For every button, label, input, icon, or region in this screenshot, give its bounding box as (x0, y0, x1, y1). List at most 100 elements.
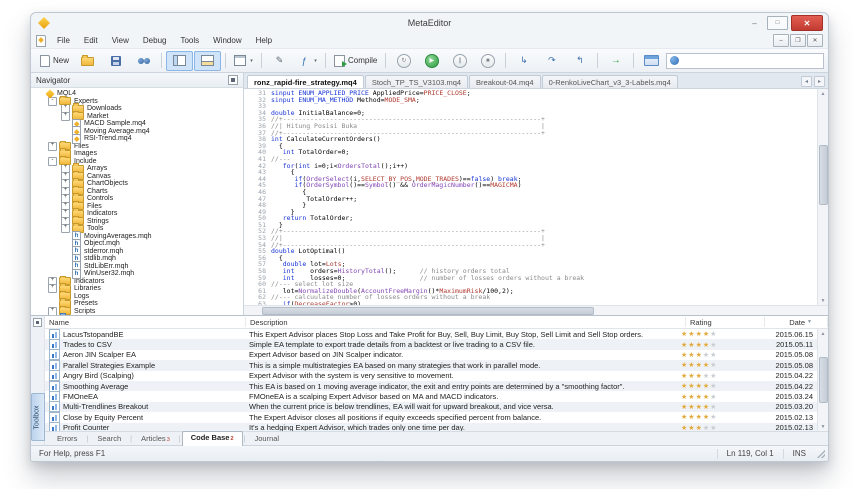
tree-item[interactable]: +MovingAverages.mqh (33, 233, 243, 241)
tree-item[interactable]: +stderror.mqh (33, 248, 243, 256)
editor-tab[interactable]: 0-RenkoLiveChart_v3_3-Labels.mq4 (542, 75, 678, 88)
tree-expander-icon[interactable]: + (61, 112, 70, 121)
table-row[interactable]: Smoothing AverageThis EA is based on 1 m… (45, 381, 817, 391)
menu-item-help[interactable]: Help (249, 35, 279, 46)
compile-button[interactable]: Compile (330, 51, 381, 71)
column-header-name[interactable]: Name (45, 317, 246, 327)
table-row[interactable]: Parallel Strategies ExampleThis is a sim… (45, 360, 817, 370)
minimize-button[interactable]: – (745, 17, 764, 29)
tab-scroll-right-icon[interactable]: ▸ (814, 76, 825, 87)
table-row[interactable]: FMOneEAFMOneEA is a scalping Expert Advi… (45, 391, 817, 401)
close-button[interactable]: ✕ (791, 15, 823, 31)
tree-item[interactable]: +Moving Average.mq4 (33, 128, 243, 136)
find-in-files-button[interactable] (130, 51, 157, 71)
tree-item[interactable]: -Experts (33, 98, 243, 106)
menu-item-view[interactable]: View (105, 35, 136, 46)
table-row[interactable]: Aeron JIN Scalper EAExpert Advisor based… (45, 350, 817, 360)
tree-expander-icon[interactable]: + (61, 224, 70, 233)
column-header-date[interactable]: Date ▼ (765, 317, 828, 327)
column-header-rating[interactable]: Rating (686, 317, 765, 327)
table-row[interactable]: LacusTstopandBEThis Expert Advisor place… (45, 329, 817, 339)
tree-item-label: stderror.mqh (84, 248, 123, 255)
editor-hscroll-thumb[interactable] (262, 307, 594, 315)
table-row[interactable]: Multi-Trendlines BreakoutWhen the curren… (45, 402, 817, 412)
editor-tab[interactable]: Stoch_TP_TS_V3103.mq4 (365, 75, 468, 88)
scroll-down-icon[interactable]: ▼ (821, 297, 826, 304)
tree-item-label: MACD Sample.mq4 (84, 120, 146, 127)
function-list-button[interactable]: ƒ▾ (294, 51, 321, 71)
table-row[interactable]: Angry Bird (Scalping)Expert Advisor with… (45, 371, 817, 381)
table-scroll-up-icon[interactable]: ▲ (821, 330, 826, 337)
editor-tab[interactable]: Breakout-04.mq4 (469, 75, 541, 88)
table-vertical-scrollbar[interactable]: ▲ ▼ (817, 329, 828, 431)
terminal-button[interactable] (638, 51, 665, 71)
open-folder-button[interactable] (74, 51, 101, 71)
step-over-button[interactable]: ↷ (538, 51, 565, 71)
search-magnifier-icon[interactable] (828, 56, 829, 65)
save-button[interactable] (102, 51, 129, 71)
menu-item-edit[interactable]: Edit (77, 35, 105, 46)
toolbox-tab-search[interactable]: Search (89, 433, 129, 445)
toolbox-tab-label: Code Base (191, 433, 230, 442)
tree-expander-icon[interactable]: + (48, 307, 57, 315)
new-file-button[interactable]: New (36, 51, 73, 71)
editor-vertical-scrollbar[interactable]: ▲ ▼ (817, 89, 828, 305)
editor-horizontal-scrollbar[interactable] (244, 305, 828, 315)
tree-item[interactable]: +MACD Sample.mq4 (33, 120, 243, 128)
menu-item-tools[interactable]: Tools (173, 35, 206, 46)
tree-item[interactable]: +stdlib.mqh (33, 255, 243, 263)
table-row[interactable]: Profit CounterIt's a hedging Expert Advi… (45, 423, 817, 431)
table-cell-description: This Expert Advisor places Stop Loss and… (245, 330, 677, 339)
continue-button[interactable]: → (602, 51, 629, 71)
expert-advisor-icon (49, 412, 60, 423)
toolbox-menu-button[interactable] (33, 318, 42, 327)
tab-scroll-left-icon[interactable]: ◂ (801, 76, 812, 87)
menu-item-debug[interactable]: Debug (136, 35, 174, 46)
search-input[interactable] (682, 55, 820, 66)
navigator-panel-button[interactable] (166, 51, 193, 71)
styler-button[interactable]: ▾ (230, 51, 257, 71)
menu-item-window[interactable]: Window (206, 35, 248, 46)
debug-start-button[interactable]: ▶ (418, 51, 445, 71)
navigator-menu-button[interactable] (228, 75, 238, 85)
tree-item[interactable]: -Include (33, 158, 243, 166)
community-icon (670, 56, 679, 65)
debug-restart-button[interactable]: ↻ (390, 51, 417, 71)
table-row[interactable]: Trades to CSVSimple EA template to expor… (45, 339, 817, 349)
table-scroll-down-icon[interactable]: ▼ (821, 423, 826, 430)
step-into-button[interactable]: ↳ (510, 51, 537, 71)
editor-tab[interactable]: ronz_rapid-fire_strategy.mq4 (247, 75, 364, 88)
mdi-close-button[interactable]: ✕ (807, 34, 823, 47)
toolbox-tab-code-base[interactable]: Code Base2 (182, 431, 243, 446)
debug-stop-button[interactable]: ■ (474, 51, 501, 71)
mdi-minimize-button[interactable]: – (773, 34, 789, 47)
toolbar-button-label: Compile (348, 56, 377, 65)
tree-item[interactable]: +Object.mqh (33, 240, 243, 248)
scroll-up-icon[interactable]: ▲ (821, 90, 826, 97)
resize-grip[interactable] (817, 450, 825, 458)
toolbox-tab-journal[interactable]: Journal (246, 433, 287, 445)
tree-item[interactable]: +Tools (33, 225, 243, 233)
table-row[interactable]: Close by Equity PercentThe Expert Adviso… (45, 412, 817, 422)
toolbox-tab-articles[interactable]: Articles3 (133, 433, 178, 445)
code-editor[interactable]: 31sinput ENUM_APPLIED_PRICE AppliedPrice… (244, 89, 817, 305)
toolbox-vertical-tab[interactable]: Toolbox (31, 393, 45, 441)
tree-item[interactable]: +StdLibErr.mqh (33, 263, 243, 271)
tree-expander-icon[interactable]: - (48, 157, 57, 166)
toolbox-tab-errors[interactable]: Errors (49, 433, 85, 445)
menu-item-file[interactable]: File (50, 35, 77, 46)
mdi-restore-button[interactable]: ❐ (790, 34, 806, 47)
tree-expander-icon[interactable]: + (48, 142, 57, 151)
step-out-button[interactable]: ↰ (566, 51, 593, 71)
table-vscroll-thumb[interactable] (819, 357, 828, 403)
column-header-description[interactable]: Description (246, 317, 686, 327)
tree-expander-icon[interactable]: + (48, 284, 57, 293)
tree-item[interactable]: +Market (33, 113, 243, 121)
editor-vscroll-thumb[interactable] (819, 145, 828, 205)
toolbox-panel-button[interactable] (194, 51, 221, 71)
snippet-button[interactable]: ✎ (266, 51, 293, 71)
table-cell-description: Expert Advisor with the system is very s… (245, 371, 677, 380)
maximize-button[interactable]: □ (767, 16, 788, 30)
debug-pause-button[interactable]: ∥ (446, 51, 473, 71)
expert-advisor-icon (49, 391, 60, 402)
